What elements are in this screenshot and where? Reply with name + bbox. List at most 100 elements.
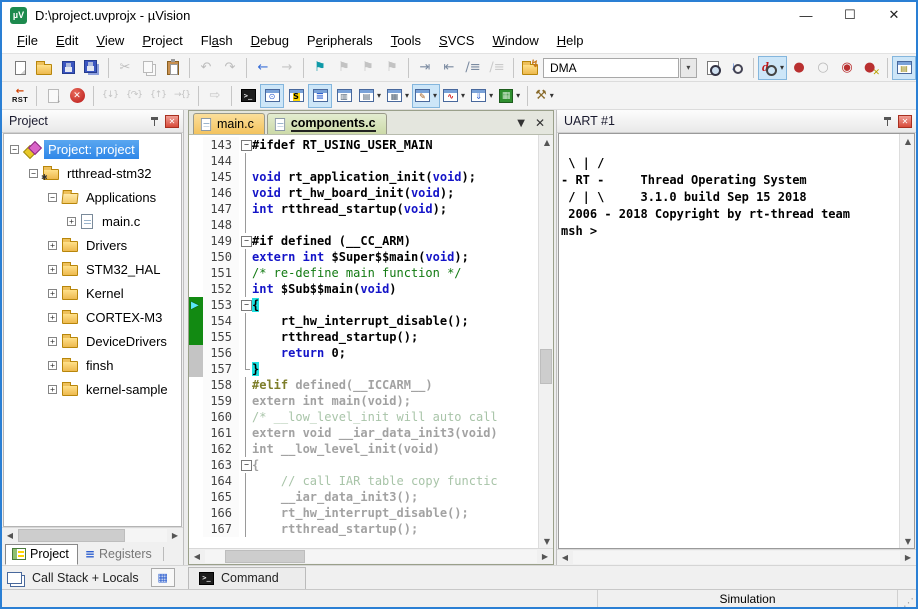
symbol-window-button[interactable] [284, 84, 308, 108]
menu-project[interactable]: Project [133, 30, 191, 51]
toggle-bookmark-button[interactable]: ⚑ [308, 56, 332, 80]
fold-collapse-icon[interactable] [239, 457, 252, 473]
code-line-152[interactable]: 152int $Sub$$main(void) [189, 281, 538, 297]
code-line-146[interactable]: 146void rt_hw_board_init(void); [189, 185, 538, 201]
cut-button[interactable]: ✂ [113, 56, 137, 80]
expand-icon[interactable]: + [48, 265, 57, 274]
paste-button[interactable] [161, 56, 185, 80]
chevron-down-icon[interactable]: ▾ [550, 91, 554, 100]
expand-icon[interactable]: + [48, 241, 57, 250]
menu-view[interactable]: View [87, 30, 133, 51]
save-all-button[interactable] [80, 56, 104, 80]
tree-item-devicedrivers[interactable]: +DeviceDrivers [4, 329, 181, 353]
system-analyzer-button[interactable]: ▾ [468, 84, 496, 108]
disable-all-breakpoints-button[interactable]: ◉ [835, 56, 859, 80]
step-out-button[interactable]: {↑} [146, 84, 170, 108]
collapse-icon[interactable]: − [10, 145, 19, 154]
step-button[interactable]: {↓} [98, 84, 122, 108]
panel-close-icon[interactable]: ✕ [165, 115, 179, 128]
save-button[interactable] [56, 56, 80, 80]
editor-vscrollbar[interactable]: ▲ ▼ [538, 135, 553, 548]
serial-windows-button[interactable] [308, 84, 332, 108]
watch-windows-button[interactable]: ▾ [412, 84, 440, 108]
code-line-161[interactable]: 161extern void __iar_data_init3(void) [189, 425, 538, 441]
scroll-left-icon[interactable]: ◀ [2, 529, 18, 543]
close-button[interactable]: ✕ [872, 2, 916, 28]
navigate-forward-button[interactable]: → [275, 56, 299, 80]
uncomment-button[interactable]: ∕≡ [485, 56, 509, 80]
chevron-down-icon[interactable]: ▾ [780, 63, 784, 72]
editor-hscroll-track[interactable] [205, 550, 537, 563]
menu-svcs[interactable]: SVCS [430, 30, 483, 51]
close-tab-icon[interactable]: ✕ [535, 116, 545, 130]
redo-button[interactable]: ↷ [218, 56, 242, 80]
tree-item-kernel[interactable]: +Kernel [4, 281, 181, 305]
enable-disable-breakpoint-button[interactable]: ○ [811, 56, 835, 80]
menu-window[interactable]: Window [483, 30, 547, 51]
command-window-button[interactable]: >_ [236, 84, 260, 108]
navigate-back-button[interactable]: ← [251, 56, 275, 80]
code-line-153[interactable]: ▶153{ [189, 297, 538, 313]
trace-windows-button[interactable]: ▾ [356, 84, 384, 108]
menu-debug[interactable]: Debug [242, 30, 298, 51]
uart-hscroll-track[interactable] [573, 551, 900, 564]
expand-icon[interactable]: + [48, 313, 57, 322]
memory-window-button[interactable]: ▦ [151, 568, 175, 587]
code-line-162[interactable]: 162int __low_level_init(void) [189, 441, 538, 457]
toolbox-button[interactable]: ⚒▾ [532, 84, 557, 108]
tree-item-drivers[interactable]: +Drivers [4, 233, 181, 257]
new-file-button[interactable] [8, 56, 32, 80]
callstack-bar[interactable]: Call Stack + Locals ▦ [2, 568, 184, 587]
analysis-windows-button[interactable] [332, 84, 356, 108]
minimize-button[interactable]: — [784, 2, 828, 28]
project-hscroll-track[interactable] [18, 529, 167, 542]
editor-hscrollbar[interactable]: ◀ ▶ [189, 548, 553, 564]
chevron-down-icon[interactable]: ▾ [433, 91, 437, 100]
reset-cpu-button[interactable]: ←RST [8, 84, 32, 108]
menu-help[interactable]: Help [548, 30, 593, 51]
code-line-156[interactable]: 156 return 0; [189, 345, 538, 361]
code-line-149[interactable]: 149#if defined (__CC_ARM) [189, 233, 538, 249]
target-combo[interactable]: DMA [543, 58, 679, 78]
target-combo-dropdown[interactable]: ▾ [680, 58, 697, 78]
maximize-button[interactable]: ☐ [828, 2, 872, 28]
collapse-icon[interactable]: − [48, 193, 57, 202]
tree-item-applications[interactable]: −Applications [4, 185, 181, 209]
tab-project[interactable]: Project [5, 544, 78, 565]
start-stop-debug-button[interactable]: ▾ [758, 56, 787, 80]
code-line-154[interactable]: 154 rt_hw_interrupt_disable(); [189, 313, 538, 329]
fold-collapse-icon[interactable] [239, 233, 252, 249]
code-line-148[interactable]: 148 [189, 217, 538, 233]
code-editor[interactable]: 143#ifdef RT_USING_USER_MAIN144145void r… [189, 135, 538, 548]
scroll-left-icon[interactable]: ◀ [189, 550, 205, 564]
kill-all-breakpoints-button[interactable] [859, 56, 883, 80]
code-line-157[interactable]: 157} [189, 361, 538, 377]
scroll-down-icon[interactable]: ▼ [900, 534, 916, 548]
chevron-down-icon[interactable]: ▾ [377, 91, 381, 100]
expand-icon[interactable]: + [48, 289, 57, 298]
chevron-down-icon[interactable]: ▾ [516, 91, 520, 100]
tree-item-finsh[interactable]: +finsh [4, 353, 181, 377]
menu-flash[interactable]: Flash [192, 30, 242, 51]
stop-button[interactable]: ✕ [65, 84, 89, 108]
open-file-button[interactable] [32, 56, 56, 80]
code-line-151[interactable]: 151/* re-define main function */ [189, 265, 538, 281]
insert-breakpoint-button[interactable]: ● [787, 56, 811, 80]
scroll-left-icon[interactable]: ◀ [557, 551, 573, 565]
comment-button[interactable]: ∕≡ [461, 56, 485, 80]
scroll-up-icon[interactable]: ▲ [539, 135, 555, 149]
command-tab[interactable]: >_ Command [188, 567, 306, 589]
tab-components-c[interactable]: components.c [267, 113, 387, 134]
uart-vscrollbar[interactable]: ▲ ▼ [899, 134, 914, 548]
menu-edit[interactable]: Edit [47, 30, 87, 51]
code-line-159[interactable]: 159extern int main(void); [189, 393, 538, 409]
expand-icon[interactable]: + [48, 361, 57, 370]
tab-main-c[interactable]: main.c [193, 113, 265, 134]
fold-collapse-icon[interactable] [239, 137, 252, 153]
scroll-up-icon[interactable]: ▲ [900, 134, 916, 148]
editor-vscroll-thumb[interactable] [540, 349, 552, 384]
memory-windows-button[interactable]: ▾ [384, 84, 412, 108]
scroll-right-icon[interactable]: ▶ [167, 529, 183, 543]
project-hscrollbar[interactable]: ◀ ▶ [2, 527, 183, 543]
show-next-statement-button[interactable]: ⇨ [203, 84, 227, 108]
